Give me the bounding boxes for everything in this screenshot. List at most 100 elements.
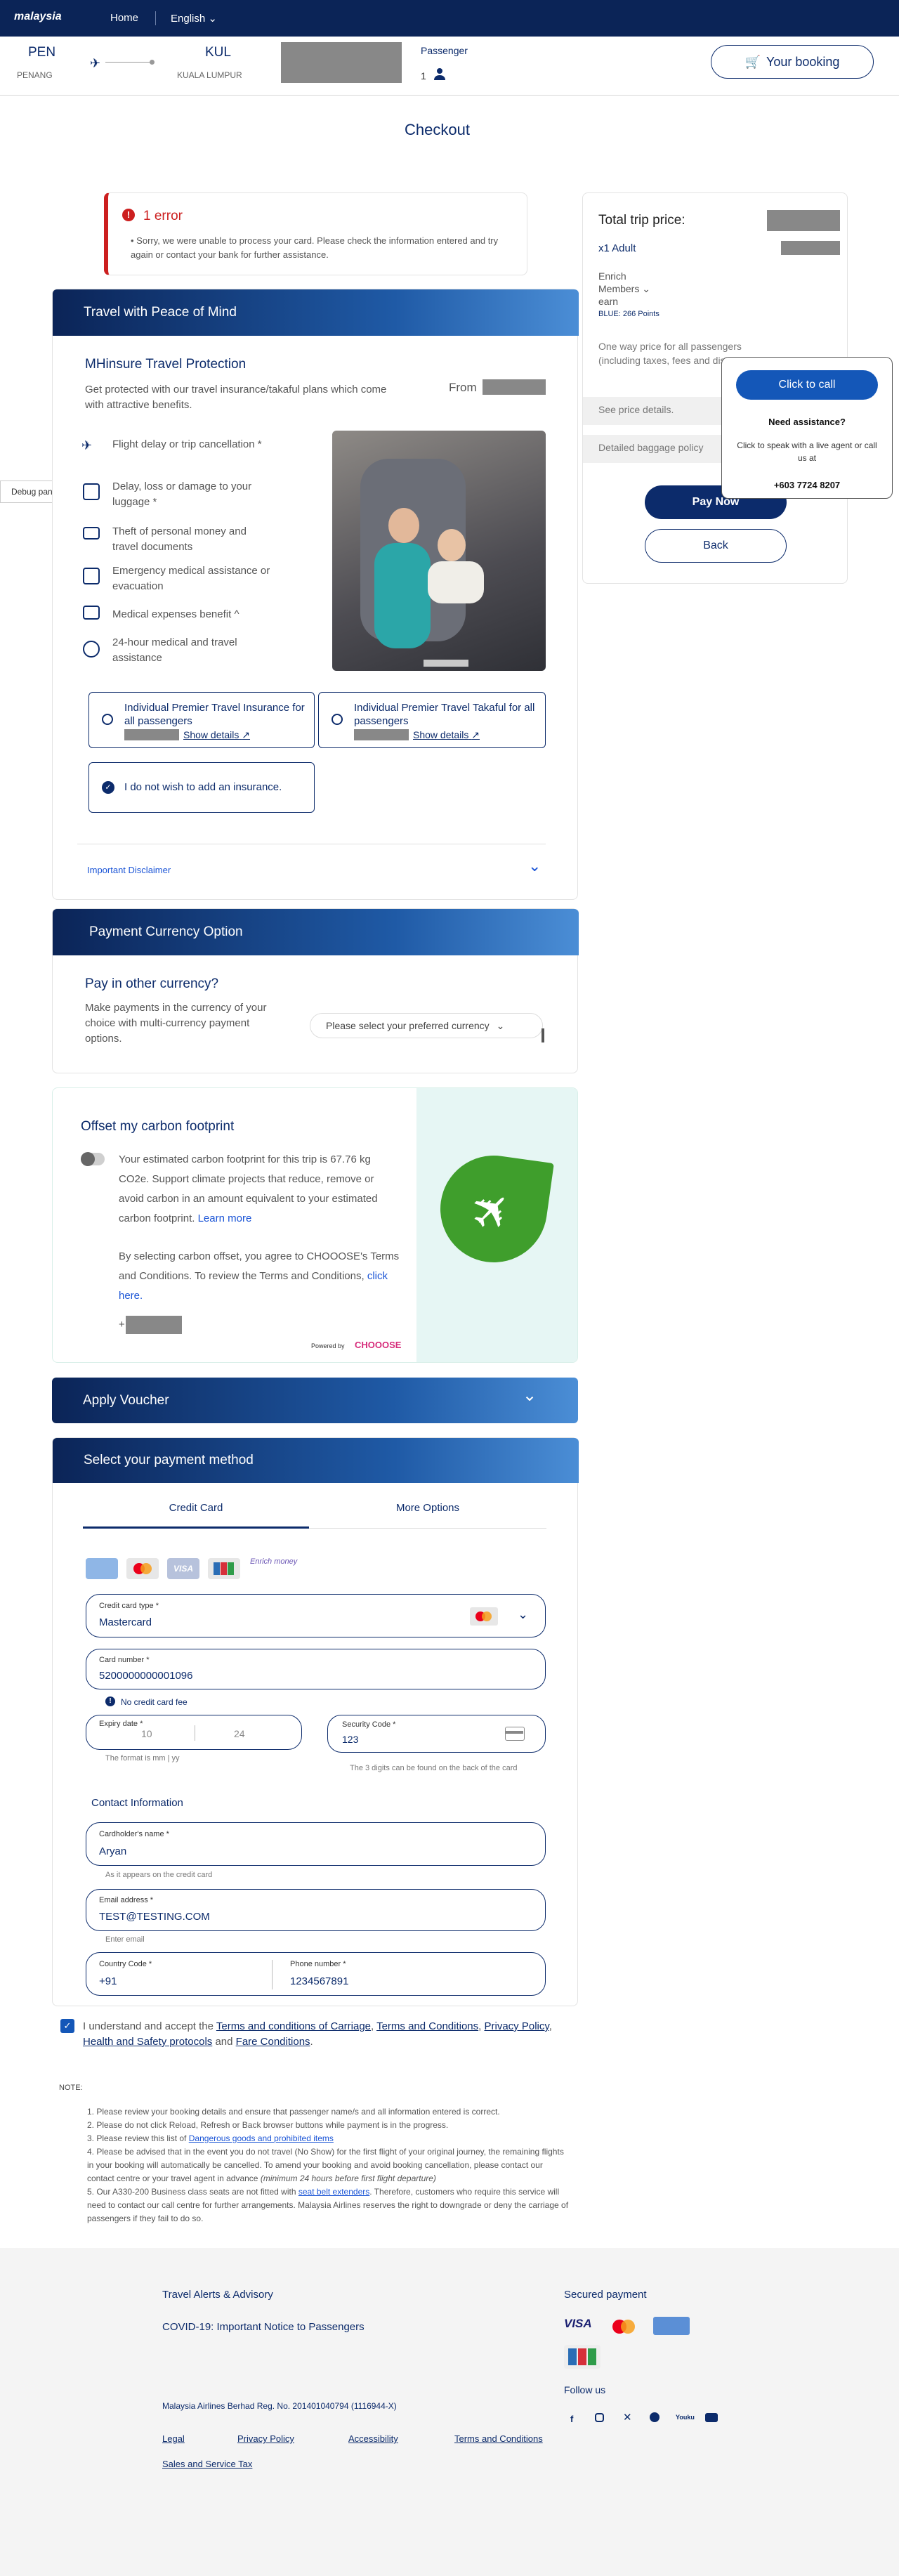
security-code-field[interactable]: Security Code * 123	[327, 1715, 546, 1753]
amex-card-icon	[86, 1558, 118, 1579]
external-link-icon: ↗	[471, 729, 480, 740]
accessibility-link[interactable]: Accessibility	[348, 2433, 398, 2444]
back-button[interactable]: Back	[645, 529, 787, 563]
terms-comma: ,	[549, 2020, 552, 2032]
cardholder-name-value: Aryan	[99, 1845, 127, 1857]
chooose-logo: CHOOOSE	[355, 1340, 402, 1350]
flight-summary-bar: PEN PENANG ✈ KUL KUALA LUMPUR Passenger …	[0, 37, 899, 96]
card-back-icon	[505, 1727, 525, 1741]
home-link[interactable]: Home	[110, 12, 138, 24]
terms-carriage-link[interactable]: Terms and conditions of Carriage	[216, 2020, 371, 2032]
show-details-link[interactable]: Show details ↗	[413, 729, 480, 741]
show-details-link[interactable]: Show details ↗	[183, 729, 250, 741]
error-message-text: Sorry, we were unable to process your ca…	[131, 235, 499, 260]
insurance-radio-takaful[interactable]	[332, 714, 343, 725]
your-booking-button[interactable]: 🛒 Your booking	[711, 45, 874, 79]
card-type-field[interactable]: Credit card type * Mastercard ⌄	[86, 1594, 546, 1637]
feature-flight-delay: Flight delay or trip cancellation *	[112, 438, 262, 450]
terms-footer-link[interactable]: Terms and Conditions	[454, 2433, 543, 2444]
seat-belt-extenders-link[interactable]: seat belt extenders	[298, 2187, 369, 2197]
checked-radio-icon[interactable]: ✓	[102, 781, 114, 794]
carbon-offset-toggle[interactable]	[81, 1152, 105, 1166]
sales-service-tax-link[interactable]: Sales and Service Tax	[162, 2459, 252, 2469]
card-number-field[interactable]: Card number * 5200000000001096	[86, 1649, 546, 1689]
assistance-phone[interactable]: +603 7724 8207	[722, 480, 892, 490]
expiry-hint: The format is mm | yy	[105, 1754, 180, 1763]
phone-number-value[interactable]: 1234567891	[290, 1975, 348, 1987]
fare-conditions-link[interactable]: Fare Conditions	[236, 2036, 310, 2048]
insurance-title: MHinsure Travel Protection	[85, 357, 247, 372]
language-selector[interactable]: English ⌄	[171, 12, 217, 25]
youku-icon[interactable]: Youku	[676, 2414, 695, 2421]
page-title: Checkout	[405, 121, 470, 138]
country-code-value[interactable]: +91	[99, 1975, 117, 1987]
apply-voucher-banner[interactable]: Apply Voucher	[52, 1378, 578, 1423]
nav-divider	[155, 11, 156, 25]
facebook-icon[interactable]: f	[570, 2414, 573, 2424]
terms-checkbox[interactable]: ✓	[60, 2019, 74, 2033]
enrich-members-toggle[interactable]: Members ⌄	[598, 283, 650, 295]
email-field[interactable]: Email address * TEST@TESTING.COM	[86, 1889, 546, 1931]
see-price-details-link[interactable]: See price details.	[598, 404, 674, 415]
external-link-icon: ↗	[242, 729, 251, 740]
your-booking-label: Your booking	[766, 54, 840, 69]
cardholder-name-label: Cardholder's name *	[99, 1830, 169, 1838]
registration-number: Malaysia Airlines Berhad Reg. No. 201401…	[162, 2401, 397, 2411]
no-insurance-option[interactable]: ✓ I do not wish to add an insurance.	[88, 762, 315, 813]
currency-section: Payment Currency Option Pay in other cur…	[52, 908, 579, 1073]
insurance-radio-premier[interactable]	[102, 714, 113, 725]
active-tab-indicator	[83, 1526, 309, 1529]
redacted-option-price	[124, 729, 179, 740]
woman-face	[388, 508, 419, 543]
currency-select[interactable]: Please select your preferred currency ⌄	[310, 1013, 543, 1038]
twitter-icon[interactable]: ✕	[623, 2411, 632, 2424]
weibo-icon[interactable]	[650, 2412, 660, 2422]
total-price-label: Total trip price:	[598, 213, 685, 228]
privacy-policy-footer-link[interactable]: Privacy Policy	[237, 2433, 294, 2444]
insurance-option-premier[interactable]: Individual Premier Travel Insurance for …	[88, 692, 315, 748]
show-details-label: Show details	[183, 729, 239, 740]
legal-link[interactable]: Legal	[162, 2433, 185, 2444]
baggage-policy-link[interactable]: Detailed baggage policy	[598, 442, 703, 453]
privacy-policy-link[interactable]: Privacy Policy	[485, 2020, 549, 2032]
insurance-option-takaful-label: Individual Premier Travel Takaful for al…	[354, 702, 535, 727]
health-safety-link[interactable]: Health and Safety protocols	[83, 2036, 212, 2048]
image-pager[interactable]	[424, 660, 468, 667]
malaysia-airlines-logo[interactable]: malaysia	[14, 11, 62, 23]
language-label: English	[171, 13, 206, 25]
redacted-carbon-price	[126, 1316, 182, 1334]
click-to-call-button[interactable]: Click to call	[736, 370, 878, 400]
terms-conditions-link[interactable]: Terms and Conditions	[376, 2020, 478, 2032]
destination-code: KUL	[205, 45, 231, 60]
money-icon	[83, 527, 100, 540]
tab-credit-card[interactable]: Credit Card	[83, 1502, 309, 1514]
insurance-option-takaful[interactable]: Individual Premier Travel Takaful for al…	[318, 692, 546, 748]
youtube-icon[interactable]	[705, 2413, 718, 2422]
tab-more-options[interactable]: More Options	[315, 1502, 541, 1514]
email-value: TEST@TESTING.COM	[99, 1911, 210, 1923]
instagram-icon[interactable]	[595, 2413, 604, 2422]
expiry-month[interactable]: 10	[141, 1728, 152, 1739]
jcb-card-icon	[208, 1558, 240, 1579]
visa-logo: VISA	[564, 2317, 592, 2330]
route-dot	[150, 60, 155, 65]
insurance-option-premier-label: Individual Premier Travel Insurance for …	[124, 702, 305, 727]
adult-count: x1 Adult	[598, 242, 636, 254]
amex-logo	[653, 2317, 690, 2335]
cardholder-name-field[interactable]: Cardholder's name * Aryan	[86, 1822, 546, 1866]
enrich-money-icon: Enrich money	[250, 1557, 298, 1566]
travel-alerts-link[interactable]: Travel Alerts & Advisory	[162, 2289, 273, 2301]
expiry-year[interactable]: 24	[234, 1728, 245, 1739]
chevron-down-icon: ⌄	[518, 1607, 529, 1621]
feature-emergency: Emergency medical assistance or evacuati…	[112, 565, 270, 592]
insurance-from-label: From	[449, 381, 477, 394]
chevron-down-icon[interactable]: ⌄	[523, 1385, 537, 1406]
covid-notice-link[interactable]: COVID-19: Important Notice to Passengers	[162, 2321, 365, 2333]
dangerous-goods-link[interactable]: Dangerous goods and prohibited items	[189, 2133, 334, 2143]
important-disclaimer-link[interactable]: Important Disclaimer	[87, 865, 171, 875]
chevron-down-icon[interactable]: ⌄	[528, 857, 541, 875]
learn-more-link[interactable]: Learn more	[198, 1212, 252, 1224]
expiry-date-field[interactable]: Expiry date * 10 24	[86, 1715, 302, 1750]
cardholder-name-hint: As it appears on the credit card	[105, 1871, 213, 1879]
insurance-photo	[332, 431, 546, 671]
